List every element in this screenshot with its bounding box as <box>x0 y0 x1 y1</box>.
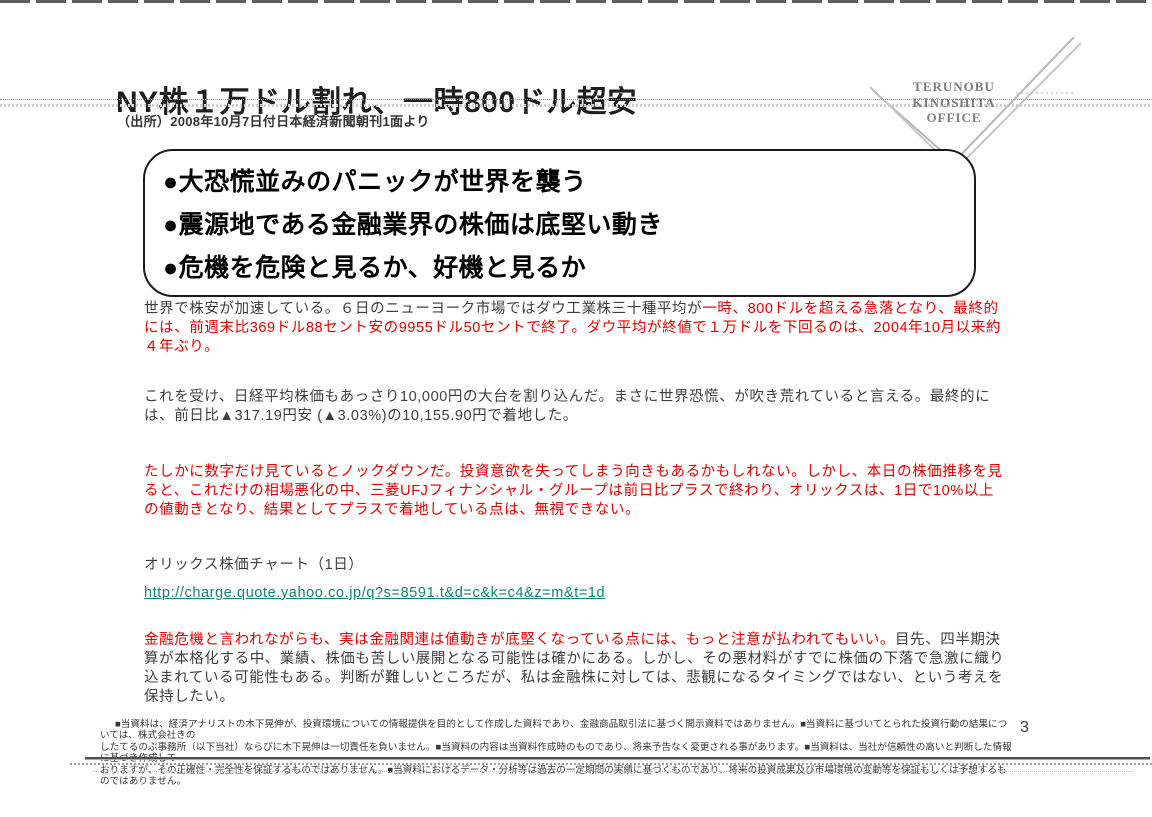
logo-text-line: TERUNOBU <box>895 79 1013 95</box>
link-row: http://charge.quote.yahoo.co.jp/q?s=8591… <box>144 584 1006 603</box>
disclaimer: ■当資料は、経済アナリストの木下晃伸が、投資環境についての情報提供を目的として作… <box>100 719 1012 787</box>
disclaimer-line: ■当資料は、経済アナリストの木下晃伸が、投資環境についての情報提供を目的として作… <box>100 719 1012 742</box>
paragraph-knockdown: たしかに数字だけ見ているとノックダウンだ。投資意欲を失ってしまう向きもあるかもし… <box>144 463 1006 520</box>
bottom-divider-light <box>93 771 1133 772</box>
bullet-line-financial: ●震源地である金融業界の株価は底堅い動き <box>163 205 964 241</box>
kinoshita-office-logo: TERUNOBU KINOSHITA OFFICE <box>895 79 1013 126</box>
p5-red-text: 金融危機と言われながらも、実は金融関連は値動きが底堅くなっている点には、もっと注… <box>144 632 895 648</box>
paragraph-dow-crash: 世界で株安が加速している。６日のニューヨーク市場ではダウ工業株三十種平均が一時、… <box>144 300 1006 357</box>
source-citation: （出所）2008年10月7日付日本経済新聞朝刊1面より <box>117 111 430 130</box>
top-dashed-border <box>0 0 1152 3</box>
bottom-divider-gray <box>70 763 1152 765</box>
logo-text-line: OFFICE <box>895 110 1013 126</box>
logo-text-line: KINOSHITA <box>895 95 1013 111</box>
paragraph-conclusion: 金融危機と言われながらも、実は金融関連は値動きが底堅くなっている点には、もっと注… <box>144 631 1006 707</box>
paragraph-nikkei: これを受け、日経平均株価もあっさり10,000円の大台を割り込んだ。まさに世界恐… <box>144 388 1006 426</box>
p1-black-text: 世界で株安が加速している。６日のニューヨーク市場ではダウ工業株三十種平均が <box>144 301 702 317</box>
highlight-box: ●大恐慌並みのパニックが世界を襲う ●震源地である金融業界の株価は底堅い動き ●… <box>143 149 976 297</box>
bullet-line-crisis: ●危機を危険と見るか、好機と見るか <box>163 248 964 284</box>
orix-chart-link[interactable]: http://charge.quote.yahoo.co.jp/q?s=8591… <box>144 585 605 601</box>
disclaimer-line: したてるのぶ事務所（以下当社）ならびに木下晃伸は一切責任を負いません。■当資料の… <box>100 742 1012 765</box>
page-number: 3 <box>1020 719 1029 737</box>
bottom-divider-dark <box>85 757 1150 760</box>
disclaimer-line: おりますが、その正確性・完全性を保証するものではありません。■当資料におけるデー… <box>100 765 1012 788</box>
bullet-line-panic: ●大恐慌並みのパニックが世界を襲う <box>163 162 964 198</box>
chart-caption: オリックス株価チャート（1日） <box>144 556 1006 575</box>
